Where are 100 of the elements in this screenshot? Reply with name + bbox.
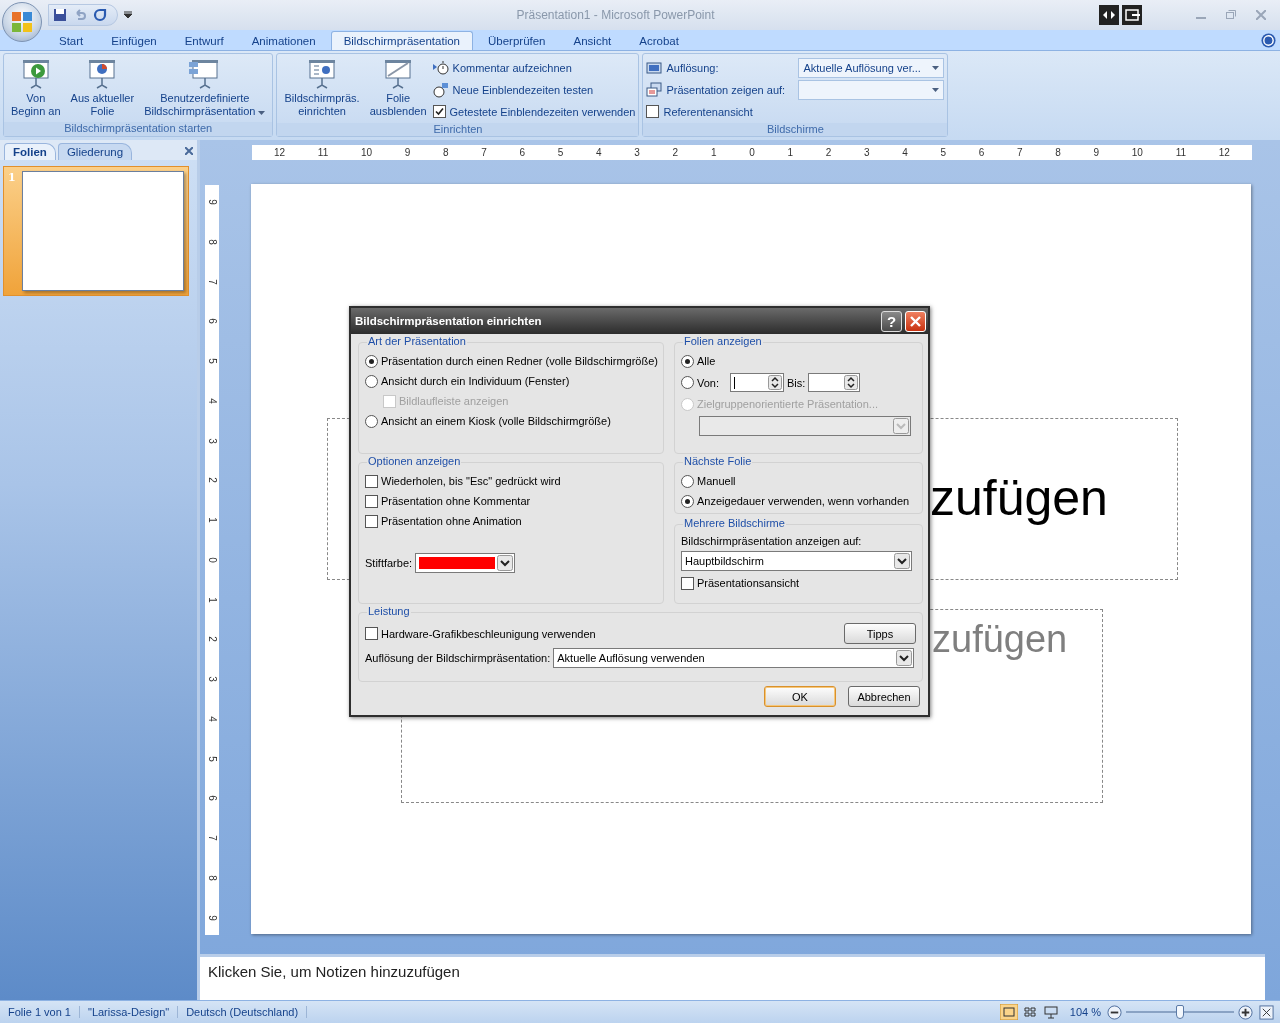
checkbox[interactable] (365, 627, 378, 640)
ribbon-tab[interactable]: Entwurf (171, 31, 237, 50)
zoom-in-icon[interactable] (1238, 1004, 1253, 1020)
radio-button[interactable] (365, 374, 378, 388)
radio-button[interactable] (365, 354, 378, 368)
spin-arrows-icon[interactable] (844, 375, 859, 390)
number-field[interactable] (808, 373, 861, 392)
ruler-number: 8 (207, 875, 217, 881)
number-field[interactable] (730, 373, 784, 392)
ribbon-tab[interactable]: Bildschirmpräsentation (330, 31, 473, 50)
projector-icon[interactable] (1041, 1004, 1060, 1020)
color-picker[interactable] (415, 553, 516, 573)
checkbox[interactable] (365, 474, 378, 488)
ribbon-tab[interactable]: Ansicht (560, 31, 625, 50)
redo-icon[interactable] (93, 8, 107, 22)
ribbon-tab[interactable]: Acrobat (626, 31, 692, 50)
ruler-number: 5 (207, 358, 217, 364)
tips-button[interactable]: Tipps (844, 623, 916, 644)
radio-button[interactable] (681, 494, 694, 508)
save-icon[interactable] (53, 8, 67, 22)
ruler-number: 5 (940, 147, 947, 158)
field-label: Bildschirmpräsentation anzeigen auf: (681, 535, 863, 547)
ribbon-tab[interactable]: Animationen (238, 31, 329, 50)
office-logo (10, 10, 34, 34)
field-label: Auflösung der Bildschirmpräsentation: (365, 652, 551, 664)
dropdown-field[interactable] (798, 79, 945, 100)
ruler-number: 3 (207, 437, 217, 444)
checkbox[interactable] (432, 105, 446, 118)
ruler-number: 2 (207, 636, 217, 643)
resize-arrows-icon[interactable] (1099, 5, 1119, 25)
radio-label: Von: (697, 376, 721, 389)
ribbon-button[interactable]: Aus aktueller Folie (66, 56, 139, 120)
ribbon-tab[interactable]: Überprüfen (475, 31, 559, 50)
ruler-number: 1 (207, 517, 217, 523)
ruler-number: 1 (787, 147, 793, 158)
ruler-number: 10 (360, 147, 373, 158)
ruler-number: 8 (1055, 147, 1061, 158)
dropdown-field[interactable]: Aktuelle Auflösung verwenden (553, 648, 915, 668)
checkbox[interactable] (365, 494, 378, 508)
dialog-button[interactable]: Abbrechen (848, 686, 920, 707)
ribbon-command[interactable]: Kommentar aufzeichnen (432, 58, 636, 77)
checkbox[interactable] (681, 576, 694, 590)
two-monitors-icon (646, 81, 663, 98)
normal-view-icon[interactable] (999, 1004, 1018, 1020)
ribbon-command[interactable]: Neue Einblendezeiten testen (432, 80, 636, 99)
exit-icon[interactable] (1122, 5, 1142, 25)
radio-label: Präsentation durch einen Redner (volle Bildschirmgröße) (381, 355, 658, 367)
zoom-out-icon[interactable] (1107, 1004, 1122, 1020)
ruler-number: 4 (902, 147, 908, 158)
customize-arrow-icon[interactable] (124, 11, 132, 19)
ruler-number: 6 (207, 795, 217, 802)
close-button[interactable] (905, 310, 926, 332)
pane-tab[interactable]: Folien (4, 143, 56, 160)
dialog-title: Bildschirmpräsentation einrichten (355, 315, 543, 327)
dialog-button[interactable]: OK (764, 686, 836, 707)
ruler-number: 12 (1218, 147, 1230, 158)
ruler-number: 5 (207, 755, 217, 762)
radio-button[interactable] (681, 376, 694, 389)
checkbox[interactable] (365, 514, 378, 528)
ruler-number: 1 (710, 147, 717, 158)
status-text: Deutsch (Deutschland) (178, 1006, 308, 1018)
radio-button[interactable] (681, 474, 694, 488)
caret-icon (932, 65, 940, 70)
ruler-number: 11 (317, 147, 329, 158)
close-icon[interactable] (185, 147, 193, 155)
radio-label: Anzeigedauer verwenden, wenn vorhanden (697, 495, 910, 507)
ribbon-tab[interactable]: Einfügen (98, 31, 170, 50)
radio-button[interactable] (365, 414, 378, 428)
ruler-number: 5 (557, 147, 564, 158)
notes-field[interactable]: Klicken Sie, um Notizen hinzuzufügen (200, 954, 1265, 1000)
dropdown-field[interactable] (699, 416, 911, 436)
fit-window-icon[interactable] (1259, 1004, 1274, 1020)
monitor-icon (646, 59, 663, 76)
dropdown-field[interactable]: Aktuelle Auflösung ver... (798, 57, 945, 78)
radio-button[interactable] (681, 354, 694, 368)
checkbox-label: Wiederholen, bis "Esc" gedrückt wird (381, 475, 561, 487)
field-label: Auflösung: (666, 61, 720, 74)
ribbon-button[interactable]: Von Beginn an (7, 56, 65, 120)
ruler-number: 11 (1175, 147, 1186, 158)
radio-label: Manuell (697, 475, 736, 487)
caret-icon (932, 87, 940, 92)
ribbon-button[interactable]: Folie ausblenden (365, 56, 431, 121)
status-text: "Larissa-Design" (80, 1006, 179, 1018)
checkbox-label: Präsentation ohne Animation (381, 515, 522, 527)
checkbox[interactable] (646, 105, 660, 118)
group-title: Nächste Folie (683, 455, 753, 467)
zoom-level[interactable]: 104 % (1069, 1006, 1101, 1018)
spin-arrows-icon[interactable] (768, 375, 782, 390)
ribbon-button[interactable]: Bildschirmpräs. einrichten (280, 56, 364, 121)
ruler-number: 9 (207, 915, 217, 921)
ribbon-tab[interactable]: Start (46, 31, 97, 50)
ribbon-button[interactable]: Benutzerdefinierte Bildschirmpräsentation (140, 56, 270, 120)
dropdown-field[interactable]: Hauptbildschirm (681, 551, 912, 571)
help-button[interactable]: ? (881, 310, 902, 332)
help-icon[interactable] (1261, 33, 1276, 48)
ruler-number: 9 (404, 147, 411, 158)
pane-tab[interactable]: Gliederung (57, 143, 133, 160)
ruler-number: 8 (443, 147, 449, 158)
zoom-slider-thumb[interactable] (1176, 1005, 1184, 1019)
checkbox-label: Präsentation ohne Kommentar (381, 495, 531, 507)
